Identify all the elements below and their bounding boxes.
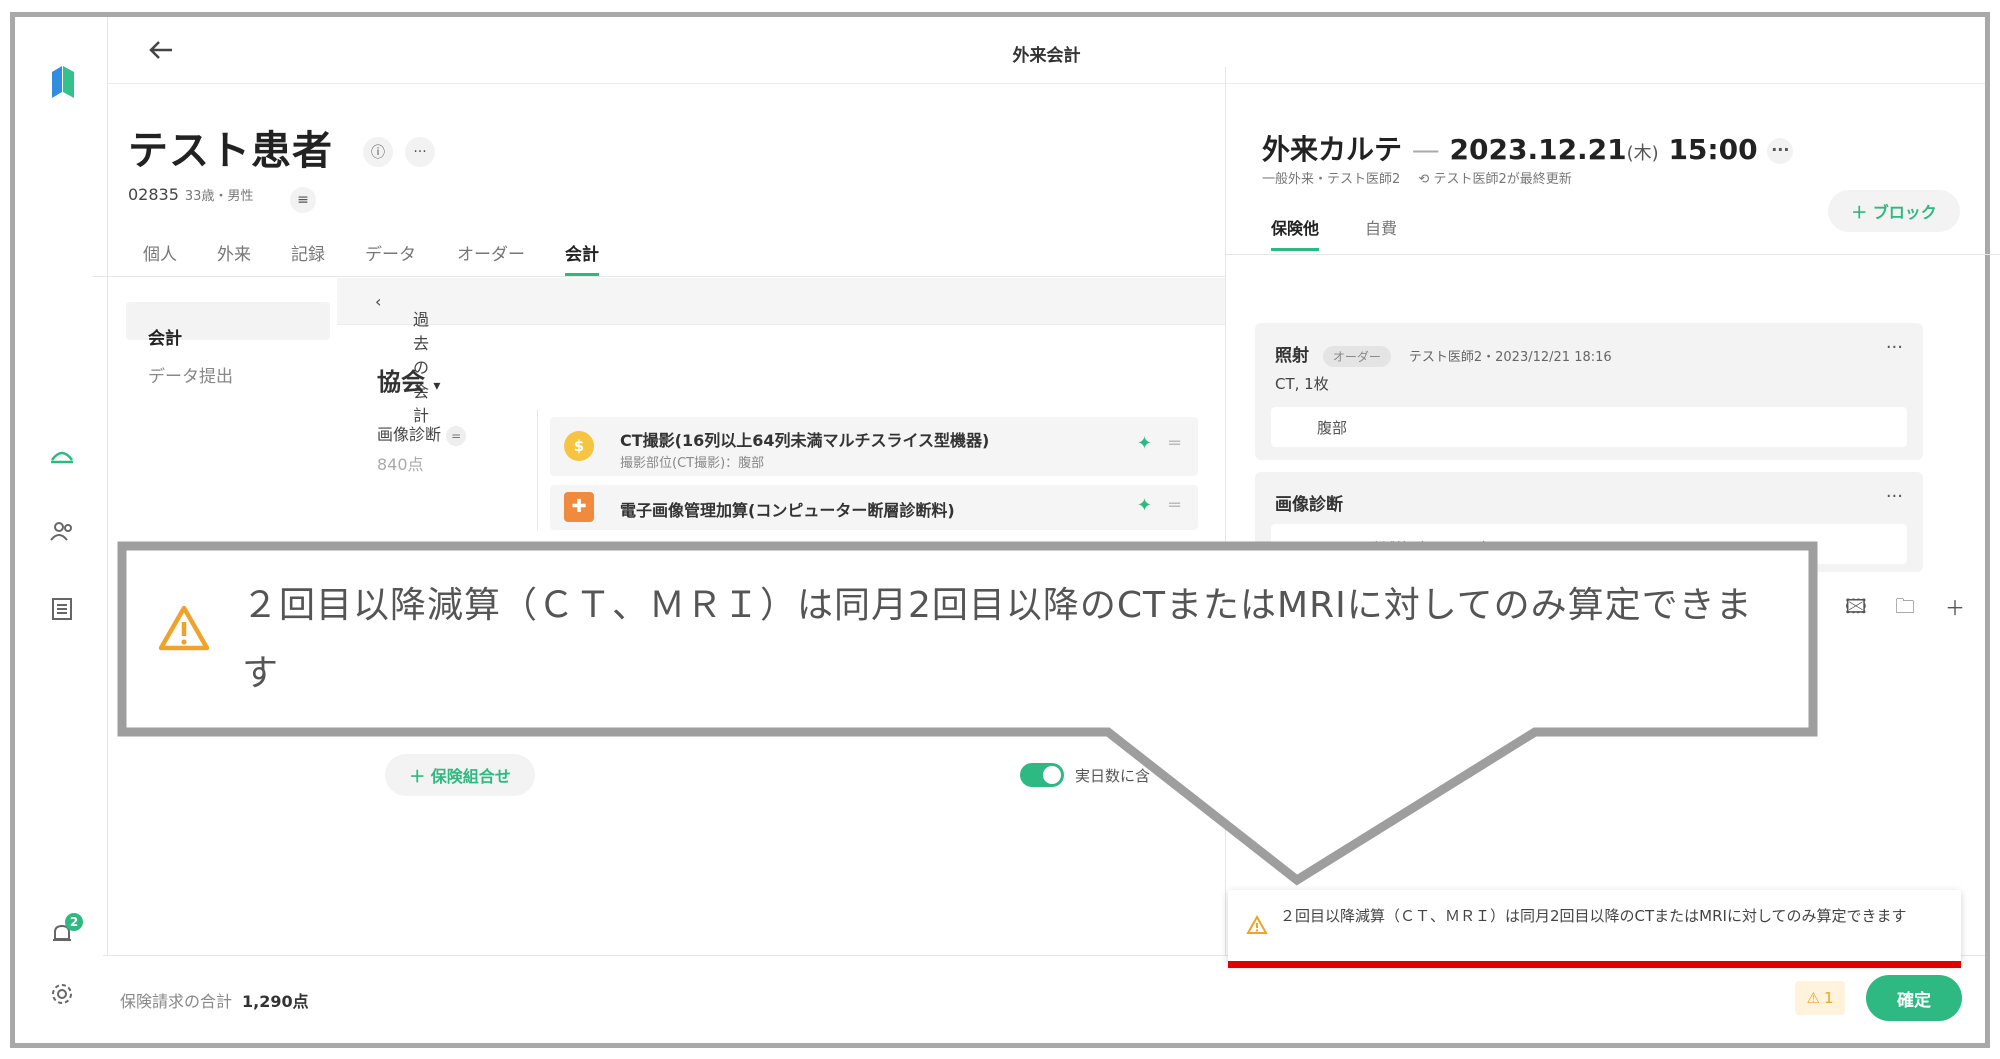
- cloud-upload-icon[interactable]: [45, 437, 79, 471]
- bell-icon[interactable]: 2: [45, 913, 83, 951]
- warning-count: 1: [1823, 989, 1834, 1007]
- tab-accounting[interactable]: 会計: [565, 240, 599, 276]
- patient-name: テスト患者: [128, 128, 333, 174]
- users-icon[interactable]: [45, 514, 79, 548]
- tab-self-pay[interactable]: 自費: [1365, 215, 1397, 239]
- section-title: 画像診断: [377, 425, 442, 444]
- card-body: 腹部: [1271, 407, 1907, 447]
- karte-title: 外来カルテ — 2023.12.21(木) 15:00 ···: [1262, 128, 1794, 168]
- folder-icon[interactable]: 🗀: [1895, 592, 1915, 626]
- history-icon: ⟲: [1418, 172, 1430, 187]
- include-actual-days-toggle[interactable]: [1020, 763, 1064, 787]
- add-block-button[interactable]: ＋ ブロック: [1828, 190, 1960, 232]
- tab-personal[interactable]: 個人: [143, 240, 177, 265]
- add-insurance-combo-button[interactable]: ＋ 保険組合せ: [385, 754, 535, 796]
- karte-date: 2023.12.21: [1449, 133, 1627, 166]
- tab-orders[interactable]: オーダー: [457, 240, 525, 265]
- drag-handle-icon[interactable]: ═: [1169, 433, 1180, 454]
- order-card[interactable]: 照射 オーダー テスト医師2・2023/12/21 18:16 ··· CT, …: [1255, 323, 1923, 460]
- imaging-card[interactable]: 画像診断 ··· 2回目以降減算（CT、MRI）: [1255, 472, 1923, 572]
- drag-handle-icon[interactable]: ═: [1169, 495, 1180, 516]
- confirm-button[interactable]: 確定: [1866, 975, 1962, 1021]
- bottom-bar: [103, 955, 1985, 1043]
- card-title: 照射: [1275, 346, 1309, 366]
- patient-demographics: 33歳・男性: [184, 189, 254, 204]
- callout-message: ２回目以降減算（ＣＴ、ＭＲＩ）は同月2回目以降のCTまたはMRIに対してのみ算定…: [242, 585, 1753, 694]
- section-menu-icon[interactable]: =: [446, 426, 467, 446]
- warning-icon: ⚠: [1806, 989, 1820, 1007]
- karte-time: 15:00: [1668, 133, 1758, 166]
- karte-updated: テスト医師2が最終更新: [1433, 172, 1572, 187]
- order-badge: オーダー: [1322, 346, 1391, 367]
- section-points: 840点: [377, 455, 424, 474]
- warning-toast: ２回目以降減算（ＣＴ、ＭＲＩ）は同月2回目以降のCTまたはMRIに対してのみ算定…: [1228, 890, 1961, 964]
- yen-coin-icon: $: [564, 431, 594, 461]
- card-header: 照射 オーダー テスト医師2・2023/12/21 18:16: [1275, 341, 1612, 367]
- association-label: 協会: [377, 368, 425, 396]
- sparkle-icon[interactable]: ✦: [1137, 495, 1152, 516]
- warning-count-button[interactable]: ⚠ 1: [1795, 981, 1845, 1015]
- karte-more-button[interactable]: ···: [1767, 138, 1794, 164]
- app-logo-icon: [52, 66, 74, 98]
- card-more-button[interactable]: ···: [1886, 337, 1903, 358]
- left-rail: 2: [15, 17, 108, 1043]
- past-accounts-link[interactable]: ‹ 過去の会計: [375, 292, 429, 425]
- page-title: 外来会計: [1012, 46, 1081, 66]
- list-item[interactable]: ✚ 電子画像管理加算(コンピューター断層診断料) ✦ ═: [550, 485, 1198, 530]
- list-document-icon[interactable]: [45, 592, 79, 626]
- notification-badge: 2: [65, 913, 83, 931]
- subnav-accounting[interactable]: 会計: [148, 324, 182, 349]
- subnav-data-submission[interactable]: データ提出: [148, 362, 233, 387]
- item-title: 電子画像管理加算(コンピューター断層診断料): [620, 501, 955, 520]
- karte-title-dash: —: [1411, 133, 1440, 166]
- warning-icon: [158, 605, 210, 651]
- image-icon[interactable]: 🖾: [1845, 592, 1867, 626]
- card-item: 2回目以降減算（CT、MRI）: [1317, 541, 1497, 557]
- card-more-button[interactable]: ···: [1886, 486, 1903, 507]
- card-meta: テスト医師2・2023/12/21 18:16: [1408, 350, 1612, 365]
- total-label: 保険請求の合計: [120, 992, 233, 1011]
- tab-data[interactable]: データ: [365, 240, 416, 265]
- add-icon[interactable]: ＋: [1945, 592, 1965, 621]
- section-label: 画像診断 =: [377, 421, 467, 446]
- karte-subtitle: 一般外来・テスト医師2 ⟲ テスト医師2が最終更新: [1262, 168, 1572, 187]
- chevron-down-icon: ▾: [433, 378, 441, 394]
- patient-meta: 02835 33歳・男性: [128, 185, 253, 204]
- total-value: 1,290点: [242, 992, 309, 1011]
- info-icon[interactable]: ⓘ: [363, 137, 393, 167]
- highlight-underline: [1228, 961, 1961, 968]
- toggle-label: 実日数に含: [1075, 767, 1151, 785]
- item-subtitle: 撮影部位(CT撮影)：腹部: [620, 456, 765, 471]
- item-title: CT撮影(16列以上64列未満マルチスライス型機器): [620, 431, 990, 450]
- past-accounts-bar[interactable]: ‹ 過去の会計: [337, 278, 1225, 425]
- card-line: CT, 1枚: [1275, 375, 1329, 393]
- sparkle-icon[interactable]: ✦: [1137, 433, 1152, 454]
- patient-id: 02835: [128, 185, 179, 204]
- warning-icon: [1246, 915, 1268, 934]
- memo-lines-icon[interactable]: ≡: [290, 187, 316, 213]
- karte-title-label: 外来カルテ: [1262, 133, 1403, 166]
- karte-weekday: (木): [1626, 143, 1659, 164]
- divider: [537, 410, 538, 530]
- gear-icon[interactable]: [45, 977, 79, 1011]
- plus-cross-icon: ✚: [564, 492, 594, 522]
- patient-tabs: 個人 外来 記録 データ オーダー 会計: [93, 220, 1225, 277]
- card-title: 画像診断: [1275, 495, 1343, 515]
- tab-insurance[interactable]: 保険他: [1271, 215, 1320, 251]
- tab-records[interactable]: 記録: [291, 240, 325, 265]
- insurance-total: 保険請求の合計 1,290点: [120, 988, 309, 1012]
- association-select[interactable]: 協会 ▾: [377, 362, 440, 397]
- body-part: 腹部: [1317, 419, 1348, 437]
- card-body: 2回目以降減算（CT、MRI）: [1271, 524, 1907, 564]
- patient-more-button[interactable]: ···: [405, 137, 435, 167]
- list-item[interactable]: $ CT撮影(16列以上64列未満マルチスライス型機器) 撮影部位(CT撮影)：…: [550, 417, 1198, 476]
- toast-message: ２回目以降減算（ＣＴ、ＭＲＩ）は同月2回目以降のCTまたはMRIに対してのみ算定…: [1280, 907, 1907, 925]
- tab-outpatient[interactable]: 外来: [217, 240, 251, 265]
- karte-department: 一般外来・テスト医師2: [1262, 172, 1401, 187]
